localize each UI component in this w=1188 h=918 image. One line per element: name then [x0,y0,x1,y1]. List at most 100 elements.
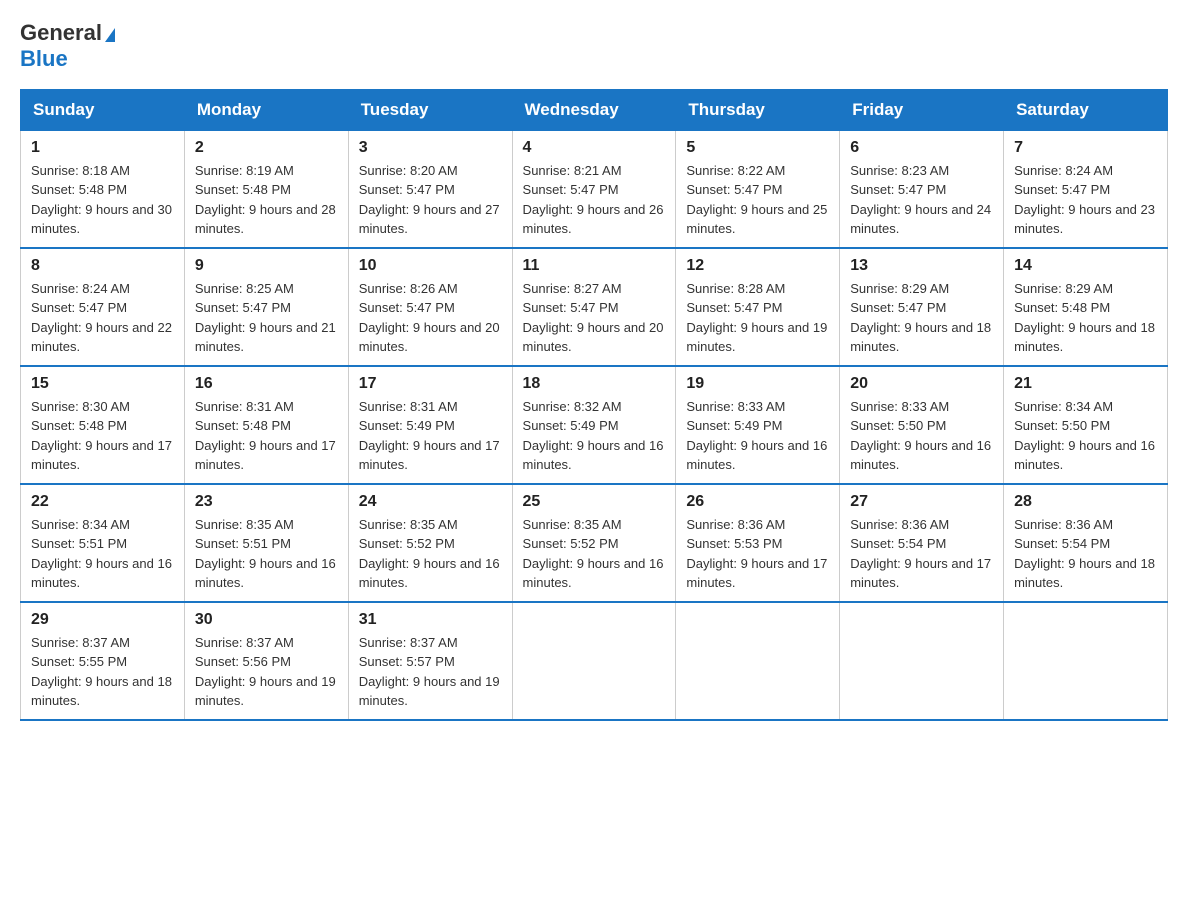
day-number: 16 [195,375,338,393]
calendar-cell: 26 Sunrise: 8:36 AMSunset: 5:53 PMDaylig… [676,484,840,602]
day-info: Sunrise: 8:24 AMSunset: 5:47 PMDaylight:… [1014,161,1157,239]
calendar-cell: 29 Sunrise: 8:37 AMSunset: 5:55 PMDaylig… [21,602,185,720]
day-info: Sunrise: 8:36 AMSunset: 5:54 PMDaylight:… [1014,515,1157,593]
day-number: 18 [523,375,666,393]
day-info: Sunrise: 8:29 AMSunset: 5:48 PMDaylight:… [1014,279,1157,357]
week-row-1: 1 Sunrise: 8:18 AMSunset: 5:48 PMDayligh… [21,130,1168,248]
calendar-cell: 18 Sunrise: 8:32 AMSunset: 5:49 PMDaylig… [512,366,676,484]
calendar-cell: 22 Sunrise: 8:34 AMSunset: 5:51 PMDaylig… [21,484,185,602]
day-header-saturday: Saturday [1004,89,1168,130]
day-info: Sunrise: 8:36 AMSunset: 5:54 PMDaylight:… [850,515,993,593]
day-number: 14 [1014,257,1157,275]
day-info: Sunrise: 8:35 AMSunset: 5:51 PMDaylight:… [195,515,338,593]
day-number: 13 [850,257,993,275]
day-info: Sunrise: 8:19 AMSunset: 5:48 PMDaylight:… [195,161,338,239]
day-number: 23 [195,493,338,511]
day-header-thursday: Thursday [676,89,840,130]
calendar-cell: 5 Sunrise: 8:22 AMSunset: 5:47 PMDayligh… [676,130,840,248]
day-info: Sunrise: 8:27 AMSunset: 5:47 PMDaylight:… [523,279,666,357]
day-number: 6 [850,139,993,157]
day-info: Sunrise: 8:37 AMSunset: 5:56 PMDaylight:… [195,633,338,711]
day-header-friday: Friday [840,89,1004,130]
day-number: 5 [686,139,829,157]
week-row-2: 8 Sunrise: 8:24 AMSunset: 5:47 PMDayligh… [21,248,1168,366]
day-info: Sunrise: 8:18 AMSunset: 5:48 PMDaylight:… [31,161,174,239]
day-header-tuesday: Tuesday [348,89,512,130]
day-info: Sunrise: 8:37 AMSunset: 5:55 PMDaylight:… [31,633,174,711]
logo: General Blue [20,20,115,73]
calendar-cell [1004,602,1168,720]
day-info: Sunrise: 8:22 AMSunset: 5:47 PMDaylight:… [686,161,829,239]
day-info: Sunrise: 8:35 AMSunset: 5:52 PMDaylight:… [359,515,502,593]
calendar-cell: 11 Sunrise: 8:27 AMSunset: 5:47 PMDaylig… [512,248,676,366]
day-info: Sunrise: 8:26 AMSunset: 5:47 PMDaylight:… [359,279,502,357]
day-info: Sunrise: 8:33 AMSunset: 5:49 PMDaylight:… [686,397,829,475]
day-number: 2 [195,139,338,157]
day-info: Sunrise: 8:25 AMSunset: 5:47 PMDaylight:… [195,279,338,357]
calendar-cell: 31 Sunrise: 8:37 AMSunset: 5:57 PMDaylig… [348,602,512,720]
day-info: Sunrise: 8:35 AMSunset: 5:52 PMDaylight:… [523,515,666,593]
calendar-cell: 24 Sunrise: 8:35 AMSunset: 5:52 PMDaylig… [348,484,512,602]
day-info: Sunrise: 8:21 AMSunset: 5:47 PMDaylight:… [523,161,666,239]
calendar-cell: 12 Sunrise: 8:28 AMSunset: 5:47 PMDaylig… [676,248,840,366]
day-header-wednesday: Wednesday [512,89,676,130]
calendar-cell: 30 Sunrise: 8:37 AMSunset: 5:56 PMDaylig… [184,602,348,720]
days-header-row: SundayMondayTuesdayWednesdayThursdayFrid… [21,89,1168,130]
calendar-cell: 13 Sunrise: 8:29 AMSunset: 5:47 PMDaylig… [840,248,1004,366]
day-number: 26 [686,493,829,511]
day-number: 11 [523,257,666,275]
day-info: Sunrise: 8:32 AMSunset: 5:49 PMDaylight:… [523,397,666,475]
day-info: Sunrise: 8:34 AMSunset: 5:51 PMDaylight:… [31,515,174,593]
day-number: 20 [850,375,993,393]
day-number: 15 [31,375,174,393]
day-info: Sunrise: 8:34 AMSunset: 5:50 PMDaylight:… [1014,397,1157,475]
day-info: Sunrise: 8:29 AMSunset: 5:47 PMDaylight:… [850,279,993,357]
day-number: 8 [31,257,174,275]
calendar-cell: 1 Sunrise: 8:18 AMSunset: 5:48 PMDayligh… [21,130,185,248]
day-number: 10 [359,257,502,275]
logo-blue: Blue [20,46,68,71]
day-number: 22 [31,493,174,511]
week-row-4: 22 Sunrise: 8:34 AMSunset: 5:51 PMDaylig… [21,484,1168,602]
calendar-cell: 19 Sunrise: 8:33 AMSunset: 5:49 PMDaylig… [676,366,840,484]
calendar-cell [512,602,676,720]
day-info: Sunrise: 8:33 AMSunset: 5:50 PMDaylight:… [850,397,993,475]
calendar-table: SundayMondayTuesdayWednesdayThursdayFrid… [20,89,1168,721]
day-info: Sunrise: 8:20 AMSunset: 5:47 PMDaylight:… [359,161,502,239]
calendar-cell: 10 Sunrise: 8:26 AMSunset: 5:47 PMDaylig… [348,248,512,366]
calendar-cell: 4 Sunrise: 8:21 AMSunset: 5:47 PMDayligh… [512,130,676,248]
calendar-cell: 15 Sunrise: 8:30 AMSunset: 5:48 PMDaylig… [21,366,185,484]
day-number: 19 [686,375,829,393]
day-number: 12 [686,257,829,275]
day-number: 3 [359,139,502,157]
calendar-cell: 21 Sunrise: 8:34 AMSunset: 5:50 PMDaylig… [1004,366,1168,484]
day-number: 24 [359,493,502,511]
day-info: Sunrise: 8:36 AMSunset: 5:53 PMDaylight:… [686,515,829,593]
calendar-cell: 23 Sunrise: 8:35 AMSunset: 5:51 PMDaylig… [184,484,348,602]
day-info: Sunrise: 8:37 AMSunset: 5:57 PMDaylight:… [359,633,502,711]
week-row-3: 15 Sunrise: 8:30 AMSunset: 5:48 PMDaylig… [21,366,1168,484]
calendar-cell: 14 Sunrise: 8:29 AMSunset: 5:48 PMDaylig… [1004,248,1168,366]
day-number: 21 [1014,375,1157,393]
calendar-cell: 7 Sunrise: 8:24 AMSunset: 5:47 PMDayligh… [1004,130,1168,248]
calendar-cell: 8 Sunrise: 8:24 AMSunset: 5:47 PMDayligh… [21,248,185,366]
calendar-cell: 2 Sunrise: 8:19 AMSunset: 5:48 PMDayligh… [184,130,348,248]
calendar-cell: 27 Sunrise: 8:36 AMSunset: 5:54 PMDaylig… [840,484,1004,602]
calendar-cell: 25 Sunrise: 8:35 AMSunset: 5:52 PMDaylig… [512,484,676,602]
logo-general: General [20,20,102,45]
week-row-5: 29 Sunrise: 8:37 AMSunset: 5:55 PMDaylig… [21,602,1168,720]
calendar-cell: 16 Sunrise: 8:31 AMSunset: 5:48 PMDaylig… [184,366,348,484]
calendar-cell [840,602,1004,720]
day-number: 28 [1014,493,1157,511]
calendar-cell: 17 Sunrise: 8:31 AMSunset: 5:49 PMDaylig… [348,366,512,484]
calendar-cell: 9 Sunrise: 8:25 AMSunset: 5:47 PMDayligh… [184,248,348,366]
day-number: 31 [359,611,502,629]
day-header-sunday: Sunday [21,89,185,130]
day-number: 4 [523,139,666,157]
day-info: Sunrise: 8:23 AMSunset: 5:47 PMDaylight:… [850,161,993,239]
day-number: 1 [31,139,174,157]
calendar-cell: 28 Sunrise: 8:36 AMSunset: 5:54 PMDaylig… [1004,484,1168,602]
day-number: 29 [31,611,174,629]
day-info: Sunrise: 8:31 AMSunset: 5:48 PMDaylight:… [195,397,338,475]
day-number: 27 [850,493,993,511]
